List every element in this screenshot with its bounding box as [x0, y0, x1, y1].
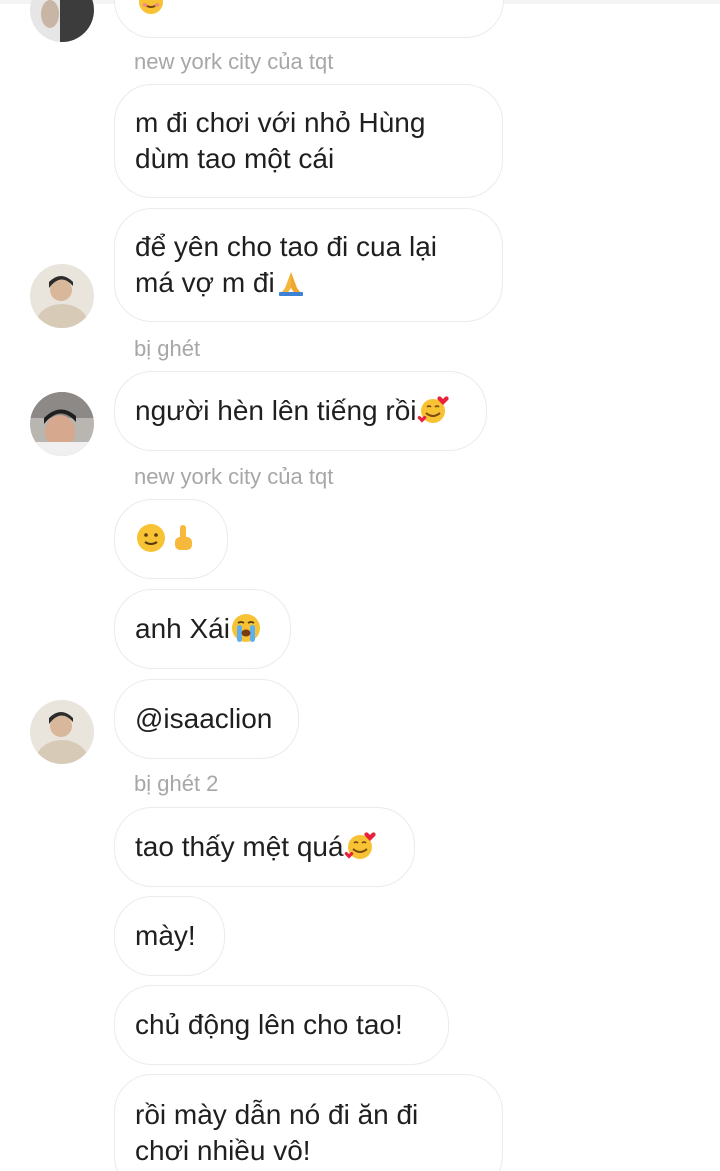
message-text: m đi chơi với nhỏ Hùng dùm tao một cái — [135, 107, 426, 174]
message-text: người hèn lên tiếng rồi — [135, 393, 449, 429]
folded-hands-icon — [275, 266, 307, 298]
message-bubble[interactable] — [114, 0, 504, 38]
message-text: anh Xái — [135, 611, 262, 647]
message-text: tao thấy mệt quá — [135, 829, 376, 865]
sender-name: bị ghét — [134, 336, 201, 361]
message-text: rồi mày dẫn nó đi ăn đi chơi nhiều vô! — [135, 1099, 419, 1166]
loudly-crying-icon — [230, 612, 262, 644]
message-bubble[interactable]: để yên cho tao đi cua lại má vợ m đi — [114, 208, 503, 322]
message-text — [135, 521, 199, 557]
message-bubble[interactable]: anh Xái — [114, 589, 291, 669]
chat-thread[interactable]: new york city của tqt m đi chơi với nhỏ … — [0, 0, 720, 1171]
message-bubble[interactable]: @isaaclion — [114, 679, 299, 759]
slight-smile-icon — [135, 522, 167, 554]
smiling-hearts-icon — [135, 0, 167, 17]
message-text: chủ động lên cho tao! — [135, 1009, 403, 1040]
sender-name: new york city của tqt — [134, 49, 334, 74]
message-bubble[interactable]: chủ động lên cho tao! — [114, 985, 449, 1065]
message-text: mày! — [135, 920, 196, 951]
avatar[interactable] — [30, 0, 94, 42]
smiling-hearts-icon — [344, 830, 376, 862]
mention-link[interactable]: @isaaclion — [135, 701, 272, 737]
avatar[interactable] — [30, 392, 94, 456]
smiling-hearts-icon — [417, 394, 449, 426]
message-bubble[interactable]: người hèn lên tiếng rồi — [114, 371, 487, 451]
sender-name: new york city của tqt — [134, 464, 334, 489]
avatar[interactable] — [30, 264, 94, 328]
middle-finger-icon — [167, 522, 199, 554]
message-text: để yên cho tao đi cua lại má vợ m đi — [135, 231, 437, 298]
message-bubble[interactable]: m đi chơi với nhỏ Hùng dùm tao một cái — [114, 84, 503, 198]
message-bubble[interactable]: tao thấy mệt quá — [114, 807, 415, 887]
avatar[interactable] — [30, 700, 94, 764]
message-bubble[interactable]: mày! — [114, 896, 225, 976]
sender-name: bị ghét 2 — [134, 771, 219, 796]
message-bubble[interactable] — [114, 499, 228, 579]
message-bubble[interactable]: rồi mày dẫn nó đi ăn đi chơi nhiều vô! — [114, 1074, 503, 1171]
